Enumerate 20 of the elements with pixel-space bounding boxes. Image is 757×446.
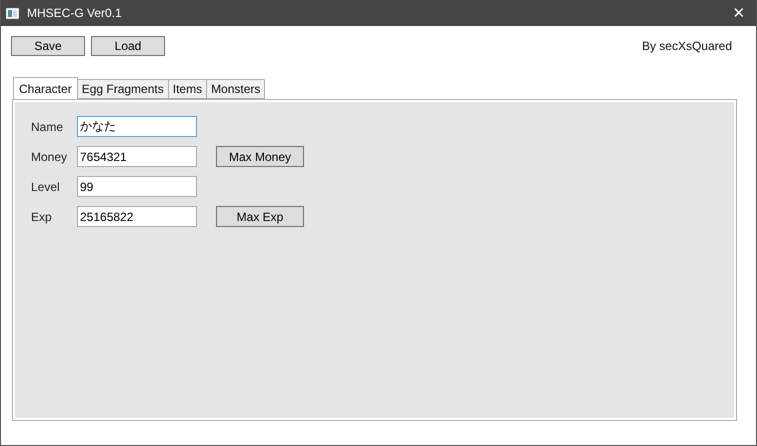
field-label: Exp xyxy=(31,210,53,224)
text-field[interactable]: かなた xyxy=(77,116,197,137)
toolbar-button[interactable]: Load xyxy=(91,36,165,56)
tab[interactable]: Items xyxy=(168,79,208,99)
max-button[interactable]: Max Exp xyxy=(216,206,304,227)
field-label: Name xyxy=(31,120,64,134)
toolbar-button[interactable]: Save xyxy=(11,36,85,56)
max-button[interactable]: Max Money xyxy=(216,146,304,167)
text-field[interactable]: 99 xyxy=(77,176,197,197)
text-field[interactable]: 7654321 xyxy=(77,146,197,167)
credit-text: By secXsQuared xyxy=(642,39,732,53)
tab[interactable]: Egg Fragments xyxy=(76,79,169,99)
app-icon xyxy=(6,8,19,18)
text-field[interactable]: 25165822 xyxy=(77,206,197,227)
field-label: Money xyxy=(31,150,68,164)
close-button[interactable]: ✕ xyxy=(724,4,754,22)
window-title: MHSEC-G Ver0.1 xyxy=(27,6,123,20)
field-label: Level xyxy=(31,180,61,194)
tab[interactable]: Character xyxy=(13,77,78,99)
tab[interactable]: Monsters xyxy=(206,79,266,99)
